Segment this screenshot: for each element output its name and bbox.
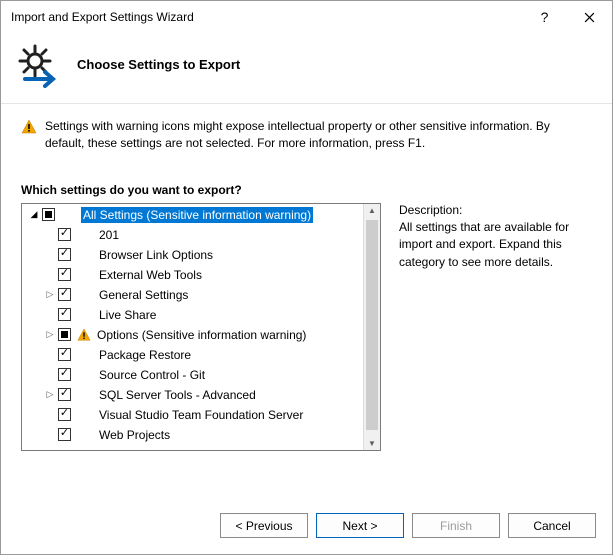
expand-spacer [44,349,56,361]
cancel-button[interactable]: Cancel [508,513,596,538]
expand-icon[interactable]: ▷ [44,329,56,341]
settings-tree[interactable]: ◢ All Settings (Sensitive information war… [21,203,381,451]
help-button[interactable]: ? [522,2,567,32]
expand-spacer [44,309,56,321]
tree-checkbox[interactable] [58,368,71,381]
collapse-icon[interactable]: ◢ [28,209,40,221]
description-text: All settings that are available for impo… [399,219,592,271]
expand-spacer [44,229,56,241]
tree-item[interactable]: Web Projects [22,425,363,445]
tree-item[interactable]: 201 [22,225,363,245]
titlebar: Import and Export Settings Wizard ? [1,1,612,33]
tree-item-label: General Settings [97,287,190,303]
scroll-up-icon[interactable]: ▲ [368,206,376,215]
tree-item-label: Web Projects [97,427,172,443]
tree-item[interactable]: Visual Studio Team Foundation Server [22,405,363,425]
tree-scrollbar[interactable]: ▲ ▼ [363,204,380,450]
expand-spacer [44,249,56,261]
tree-item-label: SQL Server Tools - Advanced [97,387,258,403]
question-label: Which settings do you want to export? [1,159,612,203]
tree-item-label: Options (Sensitive information warning) [95,327,308,343]
tree-item[interactable]: ◢ All Settings (Sensitive information war… [22,205,363,225]
tree-item[interactable]: External Web Tools [22,265,363,285]
tree-item-label: Live Share [97,307,158,323]
tree-item[interactable]: ▷ General Settings [22,285,363,305]
tree-item-label: All Settings (Sensitive information warn… [81,207,313,223]
page-title: Choose Settings to Export [77,57,240,72]
expand-spacer [44,429,56,441]
tree-item-label: Source Control - Git [97,367,207,383]
wizard-icon [13,39,63,89]
tree-checkbox[interactable] [58,228,71,241]
tree-checkbox[interactable] [58,408,71,421]
tree-item-label: Package Restore [97,347,193,363]
description-panel: Description: All settings that are avail… [399,203,592,451]
scroll-thumb[interactable] [366,220,378,430]
tree-item-label: External Web Tools [97,267,204,283]
close-button[interactable] [567,2,612,32]
description-title: Description: [399,203,592,217]
tree-checkbox[interactable] [58,248,71,261]
wizard-window: Import and Export Settings Wizard ? Choo… [0,0,613,555]
tree-item[interactable]: ▷ Options (Sensitive information warning) [22,325,363,345]
warning-banner: Settings with warning icons might expose… [1,104,612,159]
tree-item[interactable]: ▷ SQL Server Tools - Advanced [22,385,363,405]
expand-icon[interactable]: ▷ [44,389,56,401]
expand-spacer [44,409,56,421]
warning-icon [77,328,91,342]
tree-item-label: Browser Link Options [97,247,215,263]
warning-icon [21,119,37,135]
tree-item[interactable]: Live Share [22,305,363,325]
tree-checkbox[interactable] [58,388,71,401]
tree-checkbox[interactable] [58,288,71,301]
gear-arrow-icon [13,39,63,89]
tree-checkbox[interactable] [58,308,71,321]
tree-item-label: 201 [97,227,121,243]
window-title: Import and Export Settings Wizard [11,10,194,24]
tree-checkbox[interactable] [58,268,71,281]
tree-item[interactable]: Package Restore [22,345,363,365]
wizard-footer: < Previous Next > Finish Cancel [1,499,612,554]
tree-item-label: Visual Studio Team Foundation Server [97,407,305,423]
tree-checkbox[interactable] [58,328,71,341]
tree-checkbox[interactable] [42,208,55,221]
tree-checkbox[interactable] [58,348,71,361]
tree-item[interactable]: Browser Link Options [22,245,363,265]
tree-item[interactable]: Source Control - Git [22,365,363,385]
previous-button[interactable]: < Previous [220,513,308,538]
next-button[interactable]: Next > [316,513,404,538]
finish-button: Finish [412,513,500,538]
close-icon [584,12,595,23]
warning-text: Settings with warning icons might expose… [45,118,592,153]
tree-checkbox[interactable] [58,428,71,441]
expand-icon[interactable]: ▷ [44,289,56,301]
scroll-down-icon[interactable]: ▼ [368,439,376,448]
wizard-header: Choose Settings to Export [1,33,612,104]
expand-spacer [44,369,56,381]
expand-spacer [44,269,56,281]
